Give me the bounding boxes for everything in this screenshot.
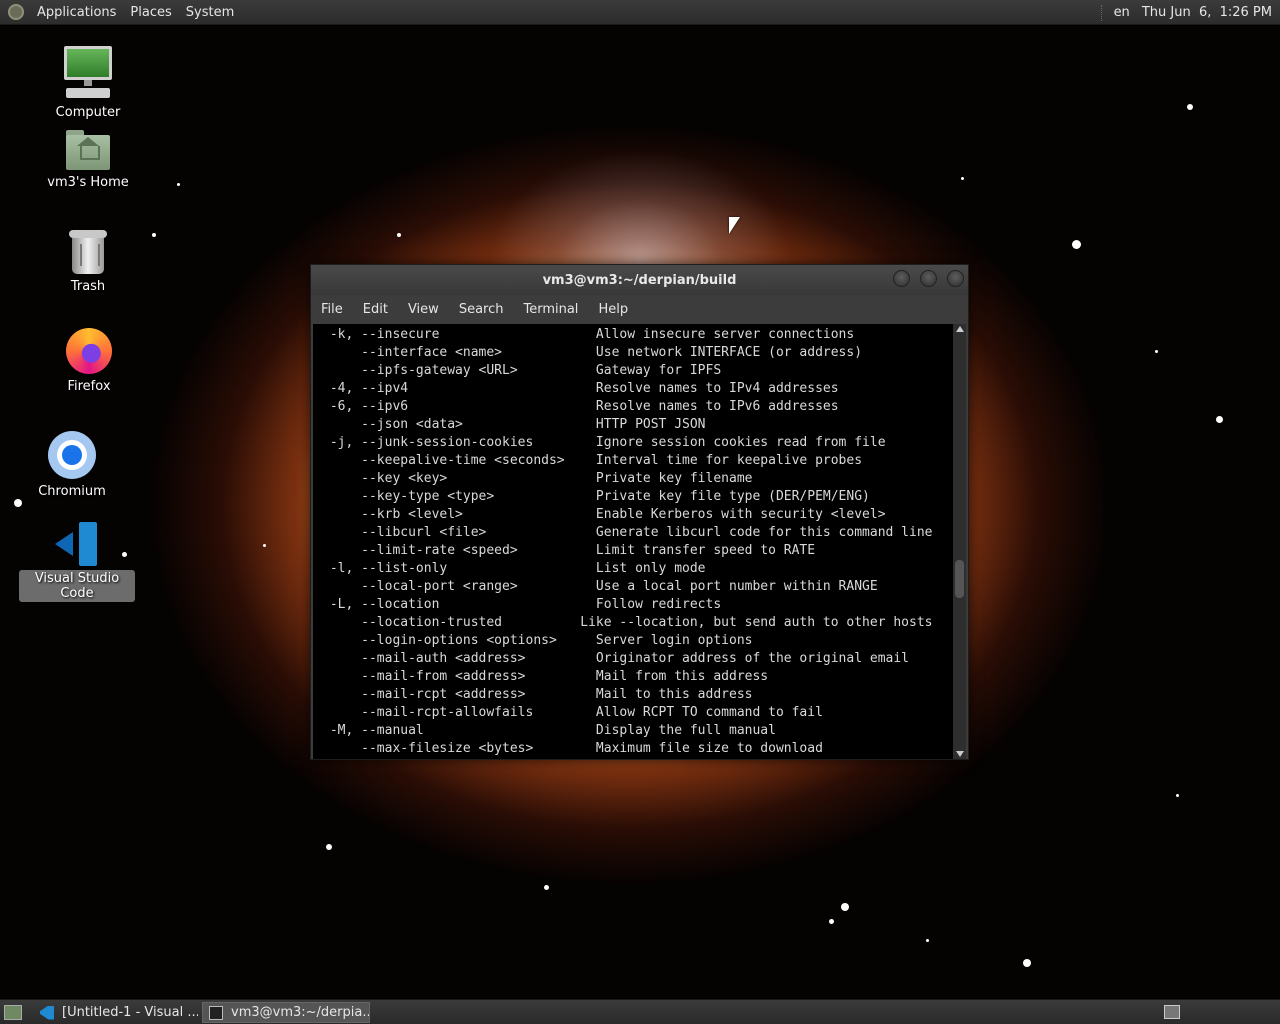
terminal-line: --limit-rate <speed> Limit transfer spee… xyxy=(322,543,816,558)
bottom-panel: [Untitled-1 - Visual ... vm3@vm3:~/derpi… xyxy=(0,999,1280,1024)
star xyxy=(263,544,266,547)
window-title: vm3@vm3:~/derpian/build xyxy=(542,273,737,288)
terminal-line: --key <key> Private key filename xyxy=(322,471,753,486)
star xyxy=(1216,416,1223,423)
title-bar[interactable]: vm3@vm3:~/derpian/build xyxy=(311,265,968,295)
minimize-button[interactable] xyxy=(893,270,910,287)
star xyxy=(177,183,180,186)
terminal-icon xyxy=(209,1005,223,1020)
taskbar-item-label: [Untitled-1 - Visual ... xyxy=(62,1005,198,1020)
terminal-line: --mail-from <address> Mail from this add… xyxy=(322,669,769,684)
star xyxy=(1072,240,1081,249)
star xyxy=(544,885,549,890)
taskbar-item-vscode[interactable]: [Untitled-1 - Visual ... xyxy=(34,1002,198,1023)
terminal-line: --key-type <type> Private key file type … xyxy=(322,489,870,504)
star xyxy=(829,919,834,924)
terminal-line: --ipfs-gateway <URL> Gateway for IPFS xyxy=(322,363,722,378)
taskbar-item-label: vm3@vm3:~/derpia... xyxy=(231,1005,370,1020)
terminal-line: --login-options <options> Server login o… xyxy=(322,633,753,648)
terminal-menu-bar: File Edit View Search Terminal Help xyxy=(311,295,968,323)
terminal-line: --mail-auth <address> Originator address… xyxy=(322,651,909,666)
workspace-switcher[interactable] xyxy=(1164,1005,1180,1019)
star xyxy=(152,233,156,237)
desktop-icon-chromium[interactable]: Chromium xyxy=(17,431,127,500)
applications-logo-icon[interactable] xyxy=(8,4,24,20)
terminal-line: --location-trusted Like --location, but … xyxy=(322,615,933,630)
desktop-icon-label: Chromium xyxy=(38,484,106,499)
terminal-scrollbar[interactable] xyxy=(953,324,966,759)
menu-file[interactable]: File xyxy=(311,302,353,317)
star xyxy=(961,177,964,180)
star xyxy=(926,939,929,942)
mouse-cursor-icon xyxy=(729,217,740,234)
terminal-line: --mail-rcpt-allowfails Allow RCPT TO com… xyxy=(322,705,823,720)
terminal-lines: -k, --insecure Allow insecure server con… xyxy=(313,324,953,758)
terminal-line: -M, --manual Display the full manual xyxy=(322,723,776,738)
desktop-icon-label: Firefox xyxy=(67,379,111,394)
menu-view[interactable]: View xyxy=(398,302,449,317)
terminal-line: --local-port <range> Use a local port nu… xyxy=(322,579,878,594)
desktop-icon-vscode[interactable]: Visual Studio Code xyxy=(19,522,135,602)
terminal-line: --keepalive-time <seconds> Interval time… xyxy=(322,453,863,468)
scroll-down-arrow-icon[interactable] xyxy=(956,751,964,757)
desktop-icon-label: vm3's Home xyxy=(47,175,129,190)
system-menu[interactable]: System xyxy=(179,5,241,20)
desktop-icon-label: Trash xyxy=(70,279,106,294)
keyboard-language-indicator[interactable]: en xyxy=(1114,5,1130,20)
desktop-icon-firefox[interactable]: Firefox xyxy=(34,328,144,395)
taskbar-item-terminal[interactable]: vm3@vm3:~/derpia... xyxy=(202,1002,370,1023)
firefox-icon xyxy=(66,328,112,374)
terminal-line: --max-filesize <bytes> Maximum file size… xyxy=(322,741,823,756)
maximize-button[interactable] xyxy=(920,270,937,287)
star xyxy=(326,844,332,850)
terminal-window[interactable]: vm3@vm3:~/derpian/build File Edit View S… xyxy=(310,264,969,760)
star xyxy=(1155,350,1158,353)
star xyxy=(1187,104,1193,110)
desktop-icon-trash[interactable]: Trash xyxy=(33,230,143,295)
desktop-icon-computer[interactable]: Computer xyxy=(33,46,143,121)
star xyxy=(1176,794,1179,797)
terminal-line: -j, --junk-session-cookies Ignore sessio… xyxy=(322,435,886,450)
clock[interactable]: Thu Jun 6, 1:26 PM xyxy=(1142,5,1272,20)
close-button[interactable] xyxy=(947,270,964,287)
terminal-line: -L, --location Follow redirects xyxy=(322,597,722,612)
chromium-icon xyxy=(48,431,96,479)
panel-tray: en Thu Jun 6, 1:26 PM xyxy=(1100,0,1272,25)
menu-search[interactable]: Search xyxy=(449,302,514,317)
applications-menu[interactable]: Applications xyxy=(30,5,123,20)
menu-help[interactable]: Help xyxy=(588,302,638,317)
star xyxy=(1023,959,1031,967)
computer-icon xyxy=(64,46,112,100)
terminal-output[interactable]: -k, --insecure Allow insecure server con… xyxy=(313,324,953,759)
terminal-line: --libcurl <file> Generate libcurl code f… xyxy=(322,525,933,540)
places-menu[interactable]: Places xyxy=(123,5,178,20)
scrollbar-thumb[interactable] xyxy=(955,560,964,598)
terminal-line: --interface <name> Use network INTERFACE… xyxy=(322,345,863,360)
star xyxy=(397,233,401,237)
terminal-line: -6, --ipv6 Resolve names to IPv6 address… xyxy=(322,399,839,414)
top-panel: Applications Places System en Thu Jun 6,… xyxy=(0,0,1280,25)
home-folder-icon xyxy=(66,130,110,170)
star xyxy=(841,903,849,911)
terminal-line: --krb <level> Enable Kerberos with secur… xyxy=(322,507,886,522)
menu-terminal[interactable]: Terminal xyxy=(513,302,588,317)
scroll-up-arrow-icon[interactable] xyxy=(956,326,964,332)
menu-edit[interactable]: Edit xyxy=(353,302,398,317)
star xyxy=(14,499,22,507)
show-desktop-icon[interactable] xyxy=(4,1005,22,1020)
panel-separator xyxy=(1100,4,1104,21)
trash-icon xyxy=(69,230,107,274)
desktop-icon-home[interactable]: vm3's Home xyxy=(33,130,143,191)
desktop-icon-label: Visual Studio Code xyxy=(19,570,135,602)
terminal-line: -k, --insecure Allow insecure server con… xyxy=(322,327,855,342)
desktop-icon-label: Computer xyxy=(55,105,121,120)
vscode-icon xyxy=(55,522,99,566)
vscode-icon xyxy=(40,1005,54,1020)
terminal-line: -4, --ipv4 Resolve names to IPv4 address… xyxy=(322,381,839,396)
terminal-line: --json <data> HTTP POST JSON xyxy=(322,417,706,432)
terminal-line: --mail-rcpt <address> Mail to this addre… xyxy=(322,687,753,702)
terminal-line: -l, --list-only List only mode xyxy=(322,561,706,576)
